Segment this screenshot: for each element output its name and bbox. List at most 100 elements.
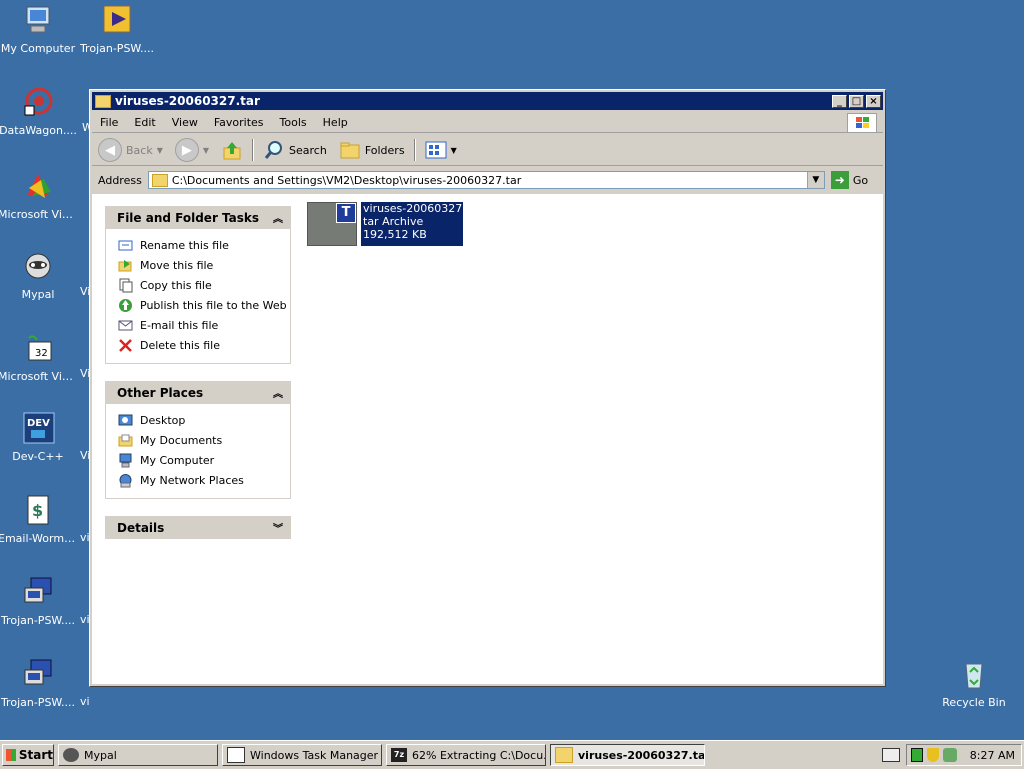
taskbar-item-extracting[interactable]: 7z 62% Extracting C:\Docu... bbox=[386, 744, 546, 766]
mypal-icon bbox=[63, 748, 79, 762]
place-label: My Computer bbox=[140, 453, 215, 467]
task-manager-icon bbox=[227, 747, 245, 763]
taskbar-item-viruses-folder[interactable]: viruses-20060327.tar bbox=[550, 744, 705, 766]
maximize-button[interactable]: □ bbox=[849, 94, 864, 108]
file-item[interactable]: T viruses-20060327 tar Archive 192,512 K… bbox=[307, 202, 464, 246]
svg-text:$: $ bbox=[32, 501, 43, 520]
desktop-icon-trojan-top[interactable]: Trojan-PSW.... bbox=[77, 4, 157, 55]
go-arrow-icon: ➜ bbox=[830, 171, 849, 189]
expand-icon[interactable]: ︾ bbox=[273, 520, 283, 535]
folder-icon bbox=[95, 94, 111, 108]
taskbar-item-mypal[interactable]: Mypal bbox=[58, 744, 218, 766]
collapse-icon[interactable]: ︽ bbox=[273, 385, 283, 400]
panel-header[interactable]: Other Places ︽ bbox=[105, 381, 291, 404]
svg-text:32: 32 bbox=[35, 348, 48, 359]
desktop-icon-label: Recycle Bin bbox=[942, 696, 1006, 709]
desktop-icon-trojan-psw-2[interactable]: Trojan-PSW.... bbox=[0, 658, 78, 709]
visual-basic-icon: 32 bbox=[21, 332, 55, 366]
address-input[interactable]: C:\Documents and Settings\VM2\Desktop\vi… bbox=[147, 171, 825, 189]
desktop-icon-trojan-psw-1[interactable]: Trojan-PSW.... bbox=[0, 576, 78, 627]
place-label: My Network Places bbox=[140, 473, 244, 487]
forward-button[interactable]: ▶ ▼ bbox=[169, 138, 215, 162]
desktop-icon-label: Mypal bbox=[21, 288, 55, 301]
place-my-documents[interactable]: My Documents bbox=[106, 430, 290, 450]
task-copy[interactable]: Copy this file bbox=[106, 275, 290, 295]
place-my-computer[interactable]: My Computer bbox=[106, 450, 290, 470]
trojan-app-icon bbox=[100, 4, 134, 38]
menu-tools[interactable]: Tools bbox=[272, 116, 315, 129]
tray-app-icon[interactable] bbox=[943, 748, 957, 762]
task-rename[interactable]: Rename this file bbox=[106, 235, 290, 255]
task-label: Rename this file bbox=[140, 238, 229, 252]
panel-header[interactable]: Details ︾ bbox=[105, 516, 291, 539]
keyboard-icon[interactable] bbox=[882, 748, 900, 762]
7zip-icon: 7z bbox=[391, 748, 407, 762]
taskbar-item-label: Windows Task Manager bbox=[250, 748, 379, 762]
up-folder-button[interactable] bbox=[215, 139, 249, 161]
delete-icon bbox=[119, 338, 132, 352]
address-dropdown-button[interactable]: ▼ bbox=[806, 172, 824, 188]
menu-favorites[interactable]: Favorites bbox=[206, 116, 272, 129]
desktop-icon-dev-cpp[interactable]: DEV Dev-C++ bbox=[0, 412, 78, 463]
desktop-icon-my-computer[interactable]: My Computer bbox=[0, 4, 78, 55]
desktop-icon-label: Microsoft Visual Basic 6.0 bbox=[0, 370, 78, 383]
views-button[interactable]: ▼ bbox=[419, 141, 463, 159]
task-publish[interactable]: Publish this file to the Web bbox=[106, 295, 290, 315]
content-area: File and Folder Tasks ︽ Rename this file… bbox=[92, 194, 883, 684]
taskbar-item-label: Mypal bbox=[84, 748, 117, 762]
clock[interactable]: 8:27 AM bbox=[970, 749, 1015, 762]
go-label: Go bbox=[852, 173, 869, 187]
task-delete[interactable]: Delete this file bbox=[106, 335, 290, 355]
trojan-psw-icon bbox=[21, 576, 55, 610]
windows-logo-icon bbox=[6, 749, 16, 761]
security-shield-icon[interactable] bbox=[927, 748, 939, 762]
desktop-icon-visual-basic[interactable]: 32 Microsoft Visual Basic 6.0 bbox=[0, 332, 78, 383]
task-label: Copy this file bbox=[140, 278, 212, 292]
close-button[interactable]: × bbox=[866, 94, 881, 108]
taskbar-item-task-manager[interactable]: Windows Task Manager bbox=[222, 744, 382, 766]
network-status-icon[interactable] bbox=[911, 748, 923, 762]
task-move[interactable]: Move this file bbox=[106, 255, 290, 275]
trojan-psw-icon bbox=[21, 658, 55, 692]
task-email[interactable]: E-mail this file bbox=[106, 315, 290, 335]
back-arrow-icon: ◀ bbox=[98, 138, 122, 162]
title-bar[interactable]: viruses-20060327.tar _ □ × bbox=[92, 92, 883, 110]
recycle-bin-icon bbox=[957, 658, 991, 692]
system-tray: 8:27 AM bbox=[906, 744, 1022, 766]
folders-label: Folders bbox=[364, 143, 405, 157]
minimize-button[interactable]: _ bbox=[832, 94, 847, 108]
file-size: 192,512 KB bbox=[363, 228, 427, 241]
rename-icon bbox=[118, 240, 133, 250]
start-button[interactable]: Start bbox=[2, 744, 54, 766]
archive-badge-icon: T bbox=[336, 203, 356, 223]
collapse-icon[interactable]: ︽ bbox=[273, 210, 283, 225]
windows-logo-icon bbox=[847, 113, 877, 133]
place-network[interactable]: My Network Places bbox=[106, 470, 290, 490]
task-label: E-mail this file bbox=[140, 318, 219, 332]
desktop-icon-visual-cpp[interactable]: Microsoft Visual C++ 6.0 bbox=[0, 170, 78, 221]
folders-button[interactable]: Folders bbox=[333, 139, 411, 161]
desktop-icon-datawagon[interactable]: DataWagon.... bbox=[0, 86, 78, 137]
search-button[interactable]: Search bbox=[257, 139, 333, 161]
up-folder-icon bbox=[223, 142, 241, 160]
datawagon-icon bbox=[21, 86, 55, 120]
desktop-icon-email-worm[interactable]: $ Email-Worm.... bbox=[0, 494, 78, 545]
desktop-icon-mypal[interactable]: Mypal bbox=[0, 250, 78, 301]
visual-cpp-icon bbox=[21, 170, 55, 204]
menu-edit[interactable]: Edit bbox=[126, 116, 163, 129]
menu-help[interactable]: Help bbox=[315, 116, 356, 129]
folder-icon bbox=[151, 173, 168, 187]
menu-view[interactable]: View bbox=[164, 116, 206, 129]
network-places-icon bbox=[119, 473, 132, 487]
back-button[interactable]: ◀ Back ▼ bbox=[92, 138, 169, 162]
search-icon bbox=[264, 141, 283, 159]
address-label: Address bbox=[98, 173, 142, 187]
place-desktop[interactable]: Desktop bbox=[106, 410, 290, 430]
panel-header[interactable]: File and Folder Tasks ︽ bbox=[105, 206, 291, 229]
menu-file[interactable]: File bbox=[92, 116, 126, 129]
desktop-icon-recycle-bin[interactable]: Recycle Bin bbox=[934, 658, 1014, 709]
chevron-down-icon: ▼ bbox=[450, 145, 457, 155]
go-button[interactable]: ➜ Go bbox=[830, 171, 869, 189]
search-label: Search bbox=[289, 143, 327, 157]
my-computer-icon bbox=[21, 4, 55, 38]
